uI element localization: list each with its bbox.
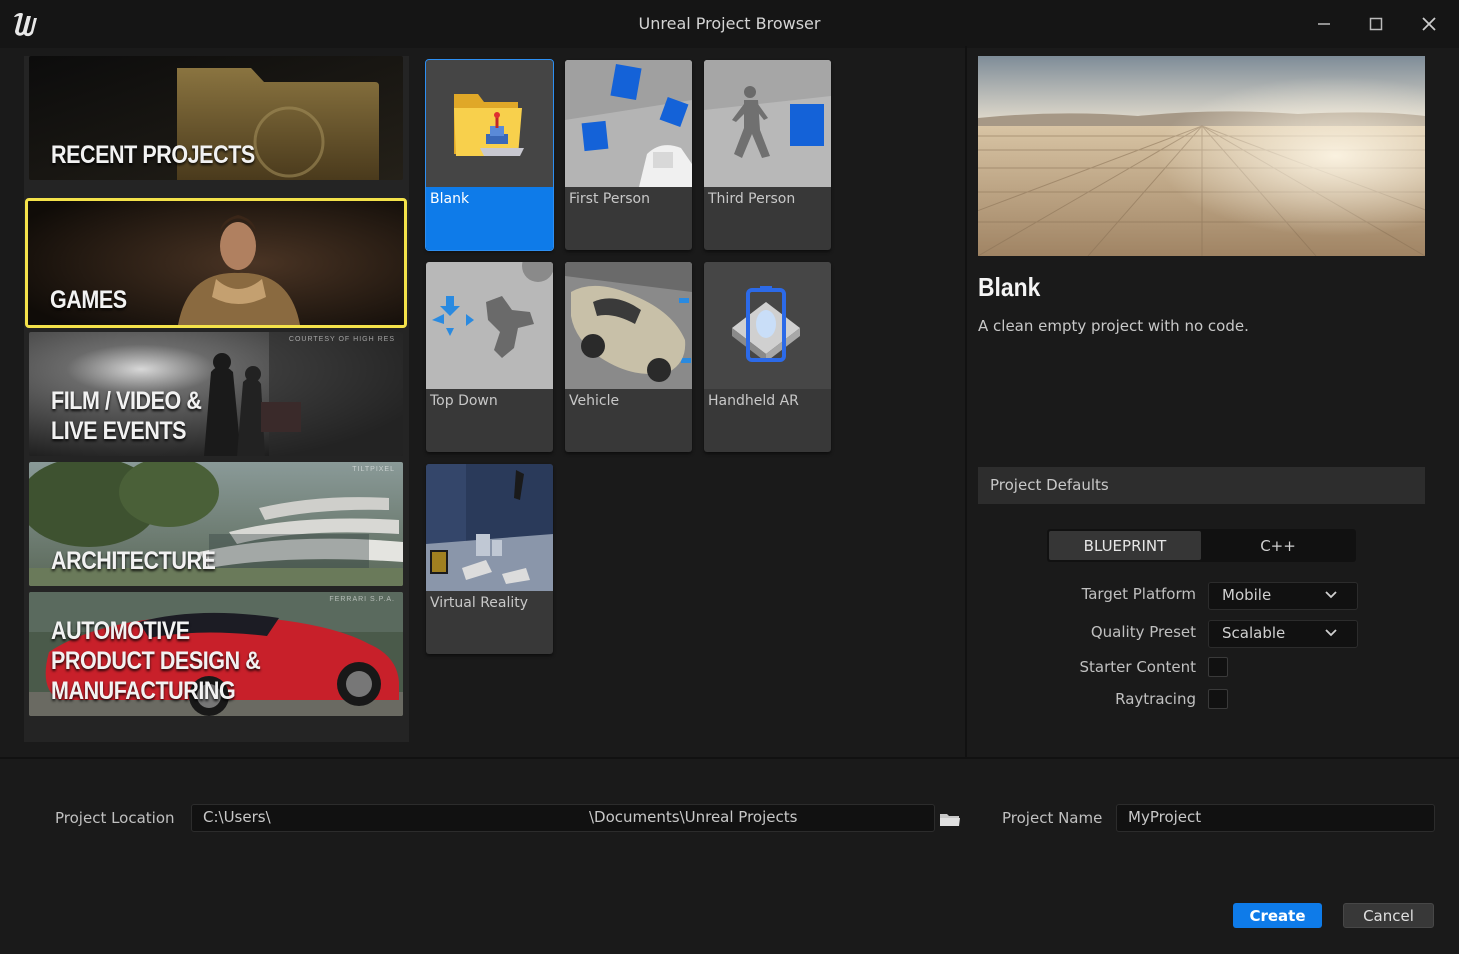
blank-folder-icon: [454, 94, 524, 156]
template-label: Top Down: [430, 393, 498, 409]
template-thumbnail: [704, 262, 831, 389]
virtual-reality-scene-image: [426, 464, 553, 591]
category-architecture[interactable]: TILTPIXEL ARCHITECTURE: [29, 462, 403, 586]
template-vehicle[interactable]: Vehicle: [565, 262, 692, 452]
maximize-icon: [1369, 17, 1383, 31]
category-credit: TILTPIXEL: [352, 466, 395, 473]
project-name-value: MyProject: [1128, 808, 1202, 826]
project-browser-window: Unreal Project Browser RECENT PROJECTS G…: [0, 0, 1459, 954]
template-handheld-ar[interactable]: Handheld AR: [704, 262, 831, 452]
category-label: FILM / VIDEO & LIVE EVENTS: [51, 387, 202, 445]
chevron-down-icon: [1325, 629, 1337, 637]
language-toggle: BLUEPRINT C++: [1047, 529, 1356, 562]
third-person-scene-image: [704, 60, 831, 187]
project-defaults-title: Project Defaults: [990, 476, 1109, 494]
create-button[interactable]: Create: [1233, 903, 1322, 928]
template-thumbnail: [426, 464, 553, 591]
blueprint-option[interactable]: BLUEPRINT: [1049, 531, 1201, 560]
minimize-button[interactable]: [1309, 10, 1339, 38]
category-credit: FERRARI S.P.A.: [329, 596, 395, 603]
template-preview-image: [978, 56, 1425, 256]
category-label: RECENT PROJECTS: [51, 141, 255, 169]
category-recent-projects[interactable]: RECENT PROJECTS: [29, 56, 403, 180]
chevron-down-icon: [1325, 591, 1337, 599]
top-down-scene-image: [426, 262, 553, 389]
raytracing-checkbox[interactable]: [1208, 689, 1228, 709]
template-label: Blank: [430, 191, 470, 207]
template-label: First Person: [569, 191, 650, 207]
vehicle-car-image: [565, 262, 692, 389]
template-label: Vehicle: [569, 393, 620, 409]
template-label: Handheld AR: [708, 393, 799, 409]
browse-folder-icon[interactable]: [938, 809, 962, 829]
target-platform-dropdown[interactable]: Mobile: [1208, 582, 1358, 610]
template-label: Virtual Reality: [430, 595, 529, 611]
project-location-value-start: C:\Users\: [203, 808, 271, 826]
template-blank[interactable]: Blank: [425, 59, 554, 251]
desert-floor-preview-image: [978, 56, 1425, 256]
template-first-person[interactable]: First Person: [565, 60, 692, 250]
project-location-label: Project Location: [55, 809, 175, 827]
template-third-person[interactable]: Third Person: [704, 60, 831, 250]
minimize-icon: [1318, 23, 1330, 25]
template-label: Third Person: [708, 191, 796, 207]
category-label: ARCHITECTURE: [51, 547, 216, 575]
window-title: Unreal Project Browser: [638, 14, 821, 33]
template-thumbnail: [426, 262, 553, 389]
title-bar[interactable]: Unreal Project Browser: [0, 0, 1459, 48]
panel-divider: [965, 46, 967, 758]
template-thumbnail: [565, 262, 692, 389]
handheld-ar-icon: [732, 286, 800, 362]
template-thumbnail: [565, 60, 692, 187]
template-thumbnail: [704, 60, 831, 187]
cpp-option[interactable]: C++: [1202, 531, 1354, 560]
quality-preset-dropdown[interactable]: Scalable: [1208, 620, 1358, 648]
starter-content-checkbox[interactable]: [1208, 657, 1228, 677]
quality-preset-label: Quality Preset: [1090, 623, 1196, 641]
raytracing-label: Raytracing: [1115, 690, 1196, 708]
category-games[interactable]: GAMES: [25, 198, 407, 328]
quality-preset-value: Scalable: [1222, 624, 1286, 642]
project-location-input[interactable]: C:\Users\ \Documents\Unreal Projects: [191, 804, 935, 832]
project-defaults-header: Project Defaults: [978, 467, 1425, 504]
footer-divider: [0, 757, 1459, 759]
template-top-down[interactable]: Top Down: [426, 262, 553, 452]
template-title: Blank: [978, 272, 1041, 302]
category-credit: COURTESY OF HIGH RES: [288, 336, 395, 343]
project-name-input[interactable]: MyProject: [1116, 804, 1435, 832]
close-button[interactable]: [1414, 10, 1444, 38]
category-panel: RECENT PROJECTS GAMES COURTESY OF HIGH R…: [24, 56, 409, 742]
project-name-label: Project Name: [1002, 809, 1103, 827]
close-icon: [1422, 17, 1436, 31]
first-person-scene-image: [565, 60, 692, 187]
target-platform-label: Target Platform: [1081, 585, 1196, 603]
template-virtual-reality[interactable]: Virtual Reality: [426, 464, 553, 654]
category-film-video-live-events[interactable]: COURTESY OF HIGH RES FILM / VIDEO & LIVE…: [29, 332, 403, 456]
template-description: A clean empty project with no code.: [978, 317, 1249, 335]
template-thumbnail: [426, 60, 553, 187]
category-label: AUTOMOTIVE PRODUCT DESIGN & MANUFACTURIN…: [51, 617, 261, 705]
cancel-button[interactable]: Cancel: [1343, 903, 1434, 928]
maximize-button[interactable]: [1361, 10, 1391, 38]
category-automotive[interactable]: FERRARI S.P.A. AUTOMOTIVE PRODUCT DESIGN…: [29, 592, 403, 716]
category-label: GAMES: [50, 286, 127, 314]
target-platform-value: Mobile: [1222, 586, 1272, 604]
starter-content-label: Starter Content: [1079, 658, 1196, 676]
project-location-value-end: \Documents\Unreal Projects: [589, 808, 798, 826]
